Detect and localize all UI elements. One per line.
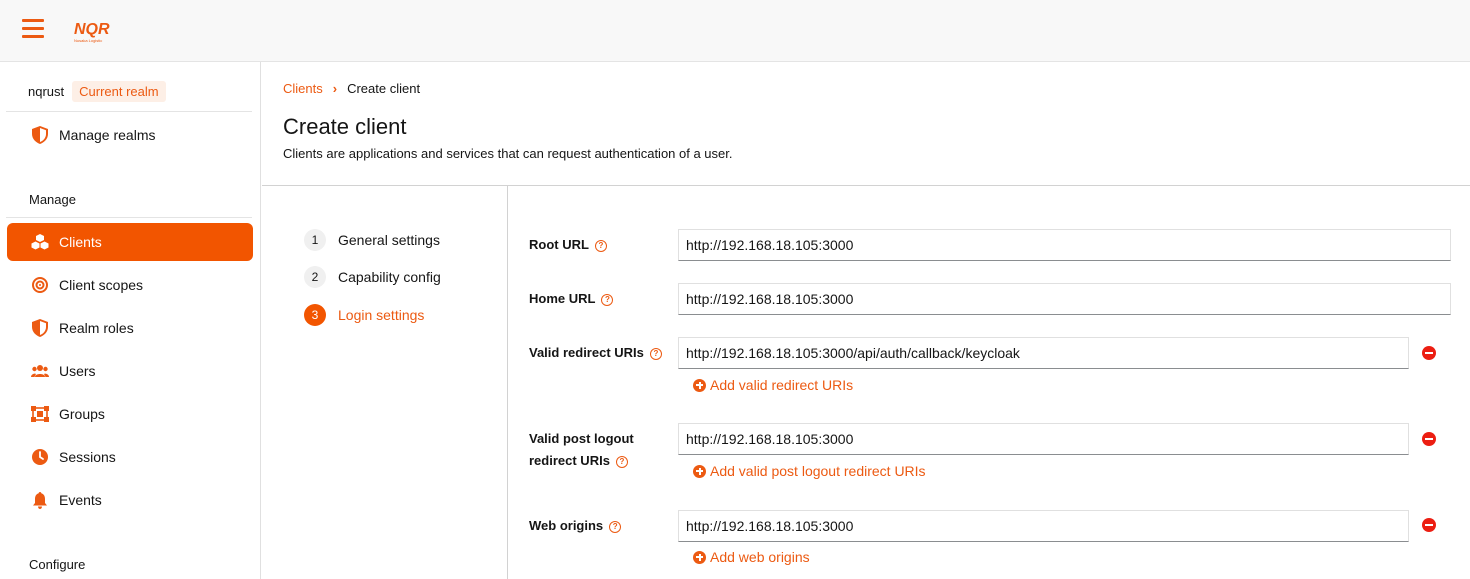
sidebar-divider	[6, 111, 252, 112]
sidebar: nqrust Current realm Manage realms Manag…	[0, 62, 261, 579]
sidebar-item-label: Events	[59, 492, 102, 508]
add-web-origin-label: Add web origins	[710, 549, 810, 565]
masthead: NQR Nusaka Logistic	[0, 0, 1470, 62]
shield-icon	[31, 126, 49, 144]
bell-icon	[31, 491, 49, 509]
step-label: Capability config	[338, 269, 441, 285]
page-description: Clients are applications and services th…	[283, 146, 733, 161]
remove-web-origin-icon[interactable]	[1422, 518, 1436, 532]
step-number: 2	[304, 266, 326, 288]
plus-circle-icon	[693, 378, 706, 392]
sidebar-item-label: Clients	[59, 234, 102, 250]
breadcrumb-clients-link[interactable]: Clients	[283, 81, 323, 96]
add-redirect-uri-button[interactable]: Add valid redirect URIs	[693, 377, 853, 393]
shield-icon	[31, 319, 49, 337]
sidebar-item-label: Users	[59, 363, 96, 379]
groups-icon	[31, 405, 49, 423]
step-number: 1	[304, 229, 326, 251]
remove-redirect-uri-icon[interactable]	[1422, 346, 1436, 360]
sidebar-item-sessions[interactable]: Sessions	[7, 438, 253, 476]
web-origins-label-text: Web origins	[529, 518, 604, 533]
clock-icon	[31, 448, 49, 466]
breadcrumb-current: Create client	[347, 81, 421, 96]
chevron-right-icon: ›	[332, 81, 338, 96]
post-logout-label-line1: Valid post logout	[529, 431, 634, 446]
redirect-uri-input[interactable]	[678, 337, 1409, 369]
svg-text:Nusaka Logistic: Nusaka Logistic	[74, 38, 102, 43]
post-logout-label-line2: redirect URIs	[529, 453, 610, 468]
root-url-input[interactable]	[678, 229, 1451, 261]
sidebar-item-users[interactable]: Users	[7, 352, 253, 390]
root-url-label: Root URL?	[529, 234, 607, 256]
redirect-uris-label-text: Valid redirect URIs	[529, 345, 644, 360]
step-label: Login settings	[338, 307, 425, 323]
login-settings-form: Root URL? Home URL? Valid redirect URIs?…	[508, 186, 1470, 579]
add-post-logout-uri-label: Add valid post logout redirect URIs	[710, 463, 926, 479]
add-web-origin-button[interactable]: Add web origins	[693, 549, 810, 565]
sidebar-item-groups[interactable]: Groups	[7, 395, 253, 433]
web-origins-label: Web origins?	[529, 515, 622, 537]
home-url-label-text: Home URL	[529, 291, 596, 306]
redirect-uris-label: Valid redirect URIs?	[529, 342, 662, 364]
remove-post-logout-uri-icon[interactable]	[1422, 432, 1436, 446]
users-icon	[31, 362, 49, 380]
page-title: Create client	[283, 114, 407, 139]
help-icon[interactable]: ?	[609, 520, 622, 533]
help-icon[interactable]: ?	[601, 293, 614, 306]
post-logout-uri-input[interactable]	[678, 423, 1409, 455]
sidebar-item-label: Groups	[59, 406, 105, 422]
page-header: Clients › Create client Create client Cl…	[262, 62, 1470, 186]
brand-logo[interactable]: NQR Nusaka Logistic	[72, 16, 112, 46]
sidebar-divider	[6, 217, 252, 218]
hamburger-menu-icon[interactable]	[22, 19, 44, 39]
add-post-logout-uri-button[interactable]: Add valid post logout redirect URIs	[693, 463, 926, 479]
wizard-step-login-settings[interactable]: 3 Login settings	[304, 304, 424, 326]
step-number: 3	[304, 304, 326, 326]
sidebar-item-client-scopes[interactable]: Client scopes	[7, 266, 253, 304]
clients-icon	[31, 233, 49, 251]
plus-circle-icon	[693, 550, 706, 564]
breadcrumb: Clients › Create client	[283, 81, 420, 96]
sidebar-item-label: Client scopes	[59, 277, 144, 293]
wizard-steps: 1 General settings 2 Capability config 3…	[262, 186, 508, 579]
web-origin-input[interactable]	[678, 510, 1409, 542]
step-label: General settings	[338, 232, 440, 248]
home-url-input[interactable]	[678, 283, 1451, 315]
manage-realms-label: Manage realms	[59, 127, 156, 143]
realm-name: nqrust	[28, 83, 65, 99]
realm-selector[interactable]: nqrust Current realm	[28, 80, 166, 102]
add-redirect-uri-label: Add valid redirect URIs	[710, 377, 854, 393]
sidebar-item-label: Sessions	[59, 449, 116, 465]
help-icon[interactable]: ?	[615, 455, 628, 468]
wizard-step-general-settings[interactable]: 1 General settings	[304, 229, 440, 251]
sidebar-item-label: Realm roles	[59, 320, 134, 336]
sidebar-item-events[interactable]: Events	[7, 481, 253, 519]
wizard-step-capability-config[interactable]: 2 Capability config	[304, 266, 441, 288]
section-manage: Manage	[29, 192, 76, 207]
section-configure: Configure	[29, 557, 86, 572]
sidebar-item-realm-roles[interactable]: Realm roles	[7, 309, 253, 347]
root-url-label-text: Root URL	[529, 237, 589, 252]
target-icon	[31, 276, 49, 294]
plus-circle-icon	[693, 464, 706, 478]
home-url-label: Home URL?	[529, 288, 614, 310]
manage-realms-link[interactable]: Manage realms	[7, 116, 253, 154]
current-realm-badge: Current realm	[72, 80, 166, 102]
help-icon[interactable]: ?	[649, 347, 662, 360]
post-logout-label: Valid post logout redirect URIs?	[529, 428, 634, 472]
svg-text:NQR: NQR	[74, 21, 110, 38]
sidebar-item-clients[interactable]: Clients	[7, 223, 253, 261]
help-icon[interactable]: ?	[594, 239, 607, 252]
